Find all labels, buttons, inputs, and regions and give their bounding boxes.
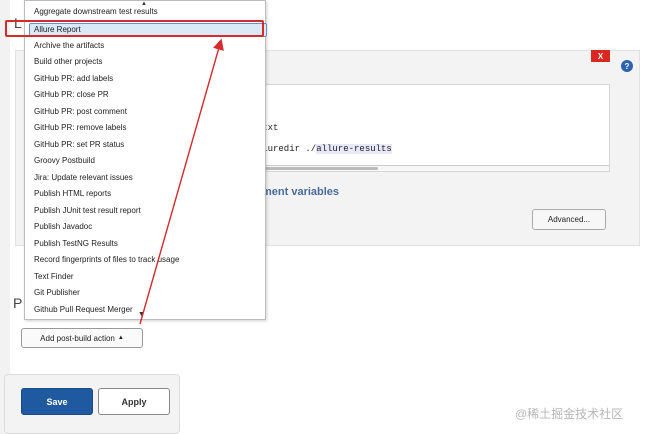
annotation-arrow-icon [139,38,224,325]
